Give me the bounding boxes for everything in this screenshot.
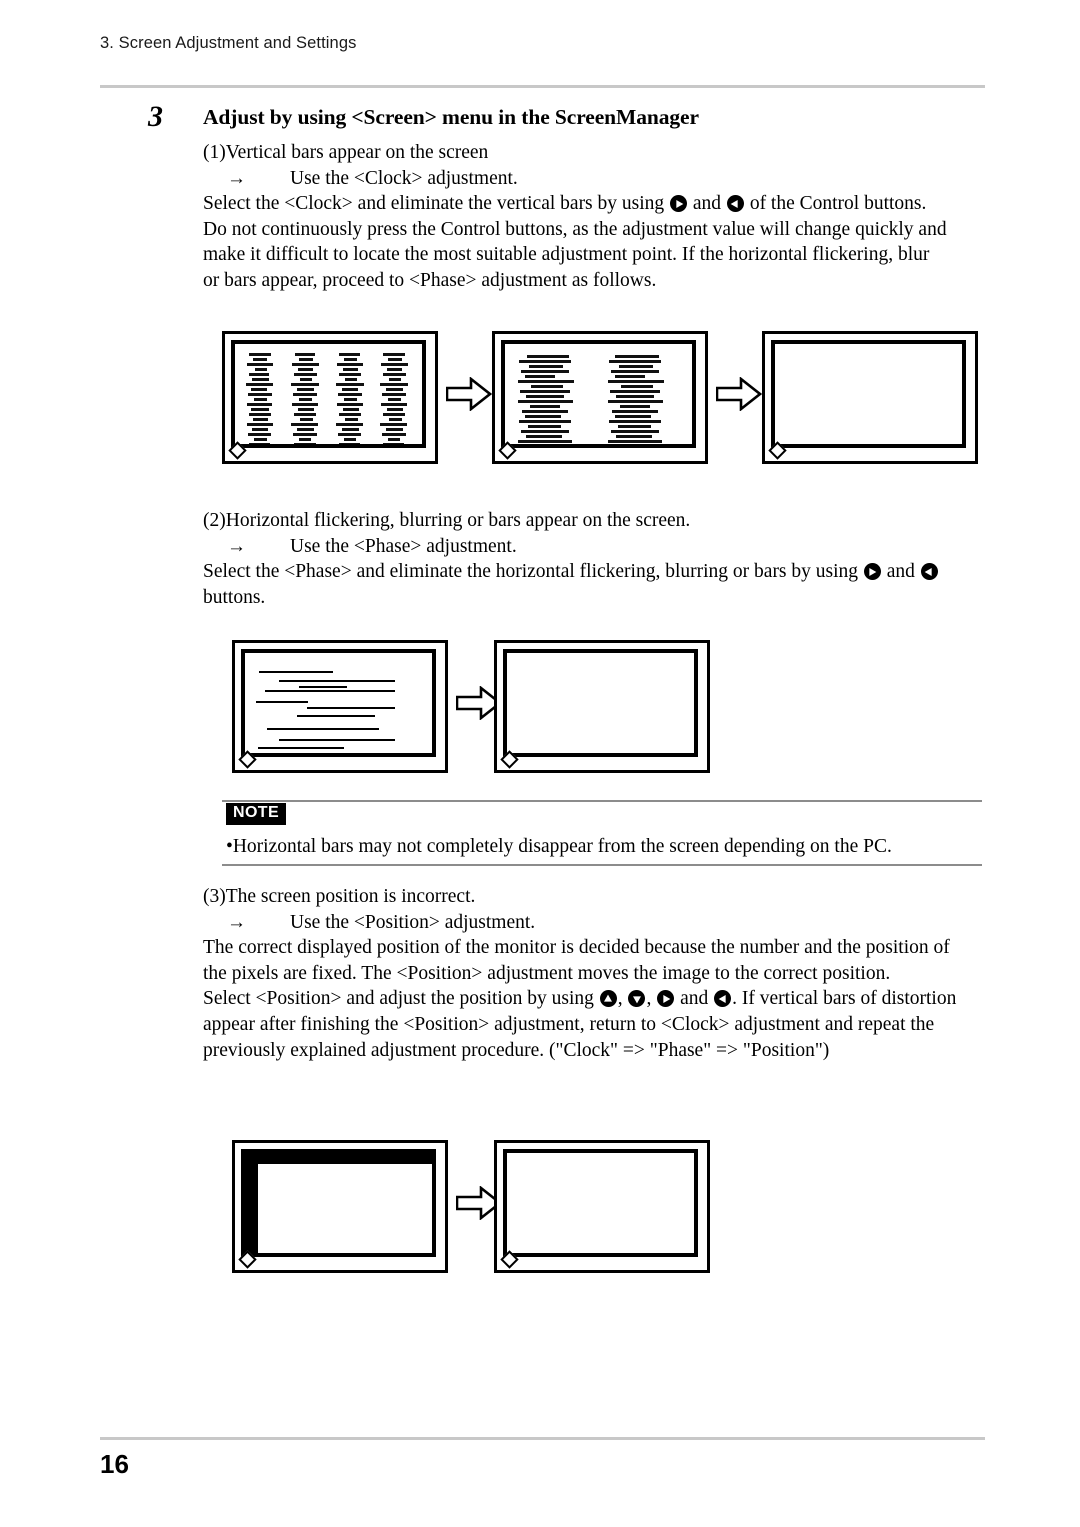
section-position-line-4: appear after finishing the <Position> ad… bbox=[203, 1013, 935, 1035]
monitor-bezel bbox=[503, 1149, 698, 1257]
note-rule-bottom bbox=[222, 864, 982, 866]
section-position-text-b: , bbox=[617, 988, 628, 1010]
section-clock-arrow-text: Use the <Clock> adjustment. bbox=[290, 167, 518, 189]
section-clock-line-3: make it difficult to locate the most sui… bbox=[203, 244, 930, 266]
left-control-button-icon bbox=[714, 990, 732, 1008]
monitor-screen-clean bbox=[762, 331, 978, 464]
section-position-text-c: , bbox=[646, 988, 657, 1010]
section-position-line-3: Select <Position> and adjust the positio… bbox=[203, 986, 1003, 1012]
section-clock: (1)Vertical bars appear on the screen → U… bbox=[203, 140, 1003, 294]
monitor-screen-clean bbox=[494, 1140, 710, 1273]
monitor-screen bbox=[505, 344, 692, 444]
section-clock-line-2: Do not continuously press the Control bu… bbox=[203, 218, 947, 240]
monitor-vertical-bars-reduced bbox=[492, 331, 708, 464]
section-phase-text-b: and bbox=[881, 561, 920, 583]
monitor-screen bbox=[507, 1153, 694, 1253]
monitor-bezel bbox=[231, 340, 426, 448]
right-arrow-icon: → bbox=[227, 911, 246, 933]
step-number: 3 bbox=[148, 100, 163, 133]
section-position-text-a: Select <Position> and adjust the positio… bbox=[203, 988, 599, 1010]
section-position-text-e: . If vertical bars of distortion bbox=[732, 988, 957, 1010]
page-number: 16 bbox=[100, 1449, 129, 1479]
note-bullet: • bbox=[226, 836, 233, 857]
section-phase-arrow-text: Use the <Phase> adjustment. bbox=[290, 535, 517, 557]
running-head: 3. Screen Adjustment and Settings bbox=[100, 34, 357, 52]
right-control-button-icon bbox=[657, 990, 675, 1008]
monitor-vertical-bars-severe bbox=[222, 331, 438, 464]
note-body: Horizontal bars may not completely disap… bbox=[232, 836, 892, 857]
offset-band-top bbox=[245, 1153, 432, 1164]
section-position-heading: (3)The screen position is incorrect. bbox=[203, 886, 476, 907]
section-clock-text-b: and bbox=[688, 193, 726, 215]
monitor-bezel bbox=[241, 1149, 436, 1257]
section-phase: (2)Horizontal flickering, blurring or ba… bbox=[203, 508, 1003, 610]
section-phase-line-2: buttons. bbox=[203, 586, 266, 608]
section-position-line-2: the pixels are fixed. The <Position> adj… bbox=[203, 962, 891, 984]
page-title: Adjust by using <Screen> menu in the Scr… bbox=[203, 105, 699, 129]
section-phase-heading: (2)Horizontal flickering, blurring or ba… bbox=[203, 510, 691, 531]
monitor-screen bbox=[507, 653, 694, 753]
left-control-button-icon bbox=[920, 563, 938, 581]
monitor-bezel bbox=[501, 340, 696, 448]
monitor-image-offset bbox=[232, 1140, 448, 1273]
transition-arrow-icon bbox=[445, 376, 493, 416]
monitor-bezel bbox=[771, 340, 966, 448]
down-control-button-icon bbox=[628, 990, 646, 1008]
note-rule-top bbox=[222, 800, 982, 802]
header-rule bbox=[100, 85, 985, 88]
section-clock-line-4: or bars appear, proceed to <Phase> adjus… bbox=[203, 269, 657, 291]
right-arrow-icon: → bbox=[227, 535, 246, 557]
transition-arrow-icon bbox=[715, 376, 763, 416]
section-phase-arrow-instruction: → Use the <Phase> adjustment. bbox=[203, 534, 1003, 560]
offset-band-left bbox=[245, 1153, 258, 1253]
section-position-arrow-instruction: → Use the <Position> adjustment. bbox=[203, 910, 1003, 936]
section-phase-line-1: Select the <Phase> and eliminate the hor… bbox=[203, 559, 1003, 585]
monitor-screen bbox=[235, 344, 422, 444]
section-position-line-1: The correct displayed position of the mo… bbox=[203, 937, 950, 959]
monitor-bezel bbox=[503, 649, 698, 757]
section-position-line-5: previously explained adjustment procedur… bbox=[203, 1039, 830, 1061]
right-arrow-icon: → bbox=[227, 167, 246, 189]
footer-rule bbox=[100, 1437, 985, 1440]
section-position: (3)The screen position is incorrect. → Us… bbox=[203, 884, 1003, 1063]
section-clock-arrow-instruction: → Use the <Clock> adjustment. bbox=[203, 166, 1003, 192]
section-clock-text-a: Select the <Clock> and eliminate the ver… bbox=[203, 193, 670, 215]
monitor-screen bbox=[245, 653, 432, 753]
monitor-bezel bbox=[241, 649, 436, 757]
monitor-screen-clean bbox=[494, 640, 710, 773]
section-position-text-d: and bbox=[675, 988, 714, 1010]
left-control-button-icon bbox=[726, 195, 744, 213]
monitor-screen bbox=[245, 1153, 432, 1253]
document-page: 3. Screen Adjustment and Settings 3 Adju… bbox=[0, 0, 1080, 1527]
section-phase-text-a: Select the <Phase> and eliminate the hor… bbox=[203, 561, 863, 583]
section-clock-text-c: of the Control buttons. bbox=[744, 193, 927, 215]
monitor-horizontal-bars bbox=[232, 640, 448, 773]
note-text: •Horizontal bars may not completely disa… bbox=[226, 836, 892, 858]
right-control-button-icon bbox=[863, 563, 881, 581]
monitor-screen bbox=[775, 344, 962, 444]
section-position-arrow-text: Use the <Position> adjustment. bbox=[290, 911, 536, 933]
right-control-button-icon bbox=[670, 195, 688, 213]
up-control-button-icon bbox=[599, 990, 617, 1008]
section-clock-heading: (1)Vertical bars appear on the screen bbox=[203, 142, 489, 163]
section-clock-line-1: Select the <Clock> and eliminate the ver… bbox=[203, 191, 1003, 217]
note-label: NOTE bbox=[226, 803, 287, 825]
